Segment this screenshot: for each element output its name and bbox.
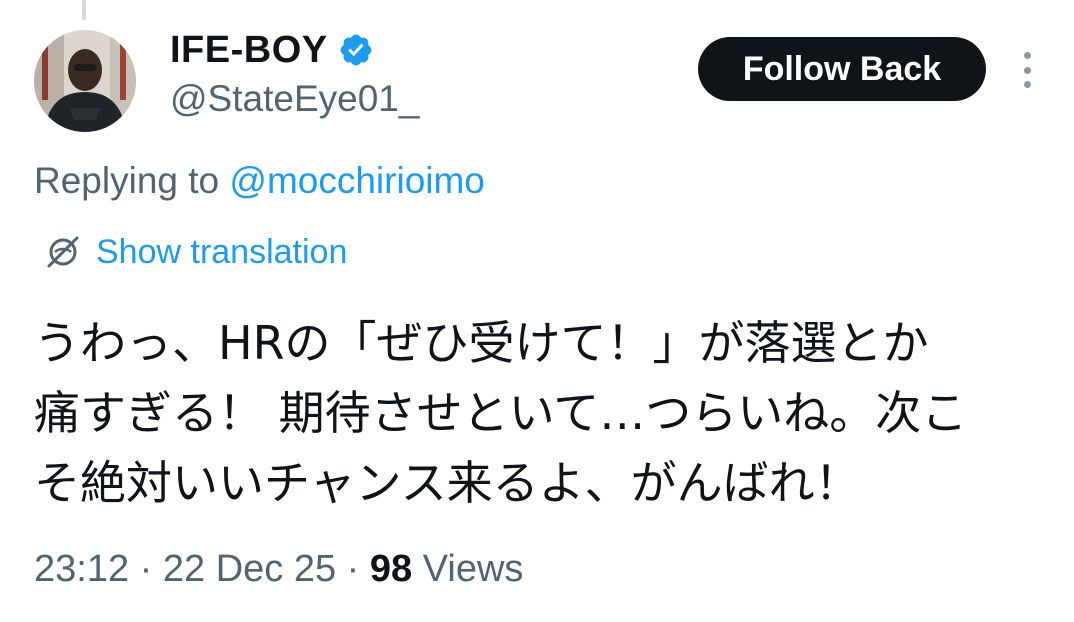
display-name[interactable]: IFE-BOY	[170, 29, 328, 72]
show-translation-button[interactable]: Show translation	[44, 228, 347, 276]
views-label: Views	[412, 548, 524, 590]
follow-back-button[interactable]: Follow Back	[698, 37, 986, 101]
author-handle[interactable]: @StateEye01_	[170, 78, 419, 120]
tweet-text-line: 痛すぎる！ 期待させといて…つらいね。次こ	[34, 386, 968, 440]
views-count[interactable]: 98	[370, 548, 412, 590]
replying-to-line: Replying to @mocchirioimo	[34, 160, 485, 202]
meta-separator: ·	[336, 548, 370, 590]
meta-separator: ·	[129, 548, 163, 590]
more-dot	[1023, 52, 1031, 59]
thread-connector-line	[82, 0, 86, 20]
avatar[interactable]	[34, 30, 136, 132]
translate-globe-icon	[47, 236, 79, 268]
user-avatar-image	[34, 30, 136, 132]
tweet-meta: 23:12 · 22 Dec 25 · 98 Views	[34, 548, 523, 591]
tweet-text-line: うわっ、HRの「ぜひ受けて！」が落選とか	[34, 316, 929, 370]
tweet-detail: IFE-BOY @StateEye01_ Follow Back Replyin…	[0, 0, 1074, 622]
replying-prefix: Replying to	[34, 160, 230, 201]
tweet-time[interactable]: 23:12	[34, 548, 129, 590]
replying-mention-link[interactable]: @mocchirioimo	[229, 160, 485, 201]
tweet-body: うわっ、HRの「ぜひ受けて！」が落選とか 痛すぎる！ 期待させといて…つらいね。…	[34, 308, 1044, 518]
show-translation-label: Show translation	[96, 232, 348, 271]
tweet-text-line: そ絶対いいチャンス来るよ、がんばれ！	[34, 456, 861, 510]
more-dot	[1023, 81, 1031, 88]
more-options-icon[interactable]	[1010, 48, 1044, 92]
verified-badge-icon[interactable]	[338, 32, 374, 68]
more-dot	[1023, 66, 1031, 74]
author-name-row: IFE-BOY	[170, 28, 374, 72]
tweet-date[interactable]: 22 Dec 25	[163, 548, 336, 590]
